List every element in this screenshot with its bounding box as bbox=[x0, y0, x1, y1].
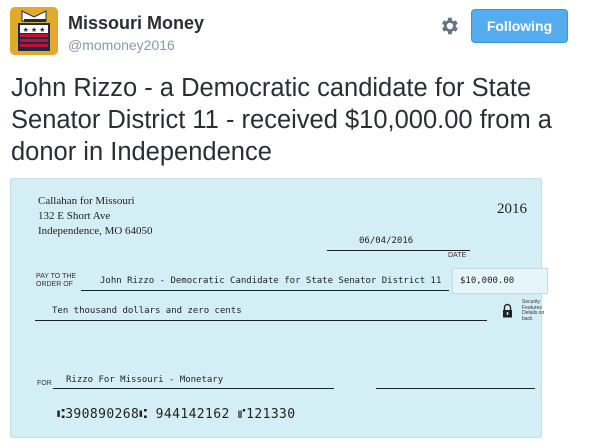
user-handle[interactable]: @momoney2016 bbox=[68, 37, 175, 53]
payer-address-city: Independence, MO 64050 bbox=[38, 225, 153, 237]
amount-words-line bbox=[35, 320, 487, 321]
date-label: DATE bbox=[448, 252, 467, 259]
svg-text:★ ★ ★: ★ ★ ★ bbox=[23, 26, 46, 34]
avatar[interactable]: ★ ★ ★ bbox=[10, 7, 58, 55]
payer-name: Callahan for Missouri bbox=[38, 195, 135, 207]
payer-address-street: 132 E Short Ave bbox=[38, 210, 111, 222]
payee-name: John Rizzo - Democratic Candidate for St… bbox=[100, 276, 442, 286]
gear-icon[interactable] bbox=[438, 15, 460, 37]
order-of-label: ORDER OF bbox=[36, 281, 73, 288]
pay-to-label: PAY TO THE bbox=[36, 273, 77, 280]
check-year: 2016 bbox=[497, 201, 527, 217]
payee-line bbox=[81, 290, 449, 291]
amount-in-words: Ten thousand dollars and zero cents bbox=[52, 306, 242, 316]
memo-text: Rizzo For Missouri - Monetary bbox=[66, 375, 224, 385]
tweet-text: John Rizzo - a Democratic candidate for … bbox=[11, 74, 552, 166]
for-label: FOR bbox=[37, 380, 52, 387]
ballot-box-icon: ★ ★ ★ bbox=[10, 7, 58, 55]
check-date: 06/04/2016 bbox=[359, 236, 414, 246]
date-line bbox=[327, 250, 470, 251]
micr-line: ⑆390890268⑆ 944142162 ⑈121330 bbox=[57, 407, 296, 422]
check-amount: $10,000.00 bbox=[460, 276, 515, 286]
display-name[interactable]: Missouri Money bbox=[68, 13, 204, 34]
check-image[interactable]: Callahan for Missouri 132 E Short Ave In… bbox=[10, 178, 548, 438]
signature-line bbox=[376, 388, 535, 389]
padlock-icon bbox=[503, 303, 512, 318]
security-features-note: Security Features Details on back bbox=[522, 299, 545, 322]
following-button[interactable]: Following bbox=[471, 9, 568, 43]
memo-line bbox=[53, 388, 334, 389]
